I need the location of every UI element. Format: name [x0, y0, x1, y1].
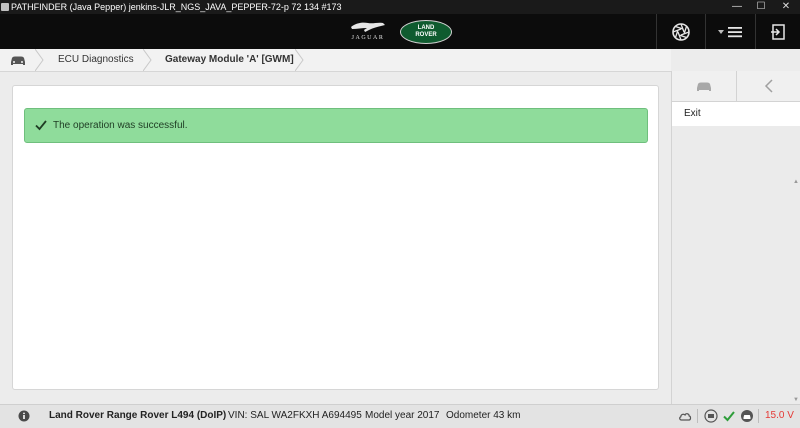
scroll-up-icon[interactable]: ▲ [793, 179, 799, 185]
aperture-icon[interactable] [657, 14, 705, 49]
back-chevron-icon[interactable] [737, 71, 800, 101]
logout-icon[interactable] [756, 14, 800, 49]
jaguar-wordmark: JAGUAR [351, 35, 385, 41]
right-panel: Exit ▲ ▼ [671, 71, 800, 404]
battery-voltage: 15.0 V [765, 410, 794, 421]
status-divider [758, 409, 759, 423]
odometer-text: Odometer 43 km [446, 410, 521, 421]
breadcrumb: ECU Diagnostics Gateway Module 'A' [GWM] [0, 49, 671, 72]
vci-device-icon [704, 409, 718, 423]
info-icon[interactable] [18, 410, 30, 422]
vehicle-icon[interactable] [672, 71, 737, 101]
car-icon[interactable] [9, 52, 27, 68]
vehicle-name: Land Rover Range Rover L494 (DoIP) [49, 410, 227, 421]
breadcrumb-separator-icon [35, 49, 44, 71]
exit-menu-item[interactable]: Exit [672, 102, 800, 126]
window-title: PATHFINDER (Java Pepper) jenkins-JLR_NGS… [11, 2, 342, 12]
maximize-icon[interactable]: ☐ [749, 0, 773, 14]
land-rover-word-2: ROVER [415, 32, 437, 38]
status-bar: Land Rover Range Rover L494 (DoIP) VIN: … [0, 404, 800, 428]
menu-icon[interactable] [706, 14, 754, 49]
close-icon[interactable]: ✕ [774, 0, 798, 14]
breadcrumb-separator-icon [295, 49, 304, 71]
alert-message: The operation was successful. [53, 120, 188, 131]
right-panel-toolbar [672, 71, 800, 102]
jaguar-leaper-icon [351, 22, 385, 32]
app-header: JAGUAR LAND ROVER [0, 14, 800, 49]
vin-text: VIN: SAL WA2FKXH A694495 [228, 410, 362, 421]
scroll-down-icon[interactable]: ▼ [793, 397, 799, 403]
jaguar-logo: JAGUAR [340, 18, 396, 46]
right-panel-scrollbar[interactable]: ▲ ▼ [793, 103, 799, 403]
app-icon [1, 3, 9, 11]
cloud-icon [679, 413, 692, 421]
minimize-icon[interactable]: — [725, 0, 749, 14]
breadcrumb-ecu-diagnostics[interactable]: ECU Diagnostics [58, 49, 134, 71]
success-alert: The operation was successful. [24, 108, 648, 143]
breadcrumb-gateway-module[interactable]: Gateway Module 'A' [GWM] [165, 49, 294, 71]
vehicle-status-icon [741, 410, 753, 422]
land-rover-logo: LAND ROVER [400, 20, 452, 44]
status-divider [697, 409, 698, 423]
checkmark-icon [35, 120, 47, 131]
window-titlebar: PATHFINDER (Java Pepper) jenkins-JLR_NGS… [0, 0, 800, 14]
land-rover-word-1: LAND [417, 25, 435, 31]
connection-ok-icon [723, 411, 735, 422]
main-content: The operation was successful. [12, 85, 659, 390]
breadcrumb-separator-icon [143, 49, 152, 71]
model-year-text: Model year 2017 [365, 410, 440, 421]
